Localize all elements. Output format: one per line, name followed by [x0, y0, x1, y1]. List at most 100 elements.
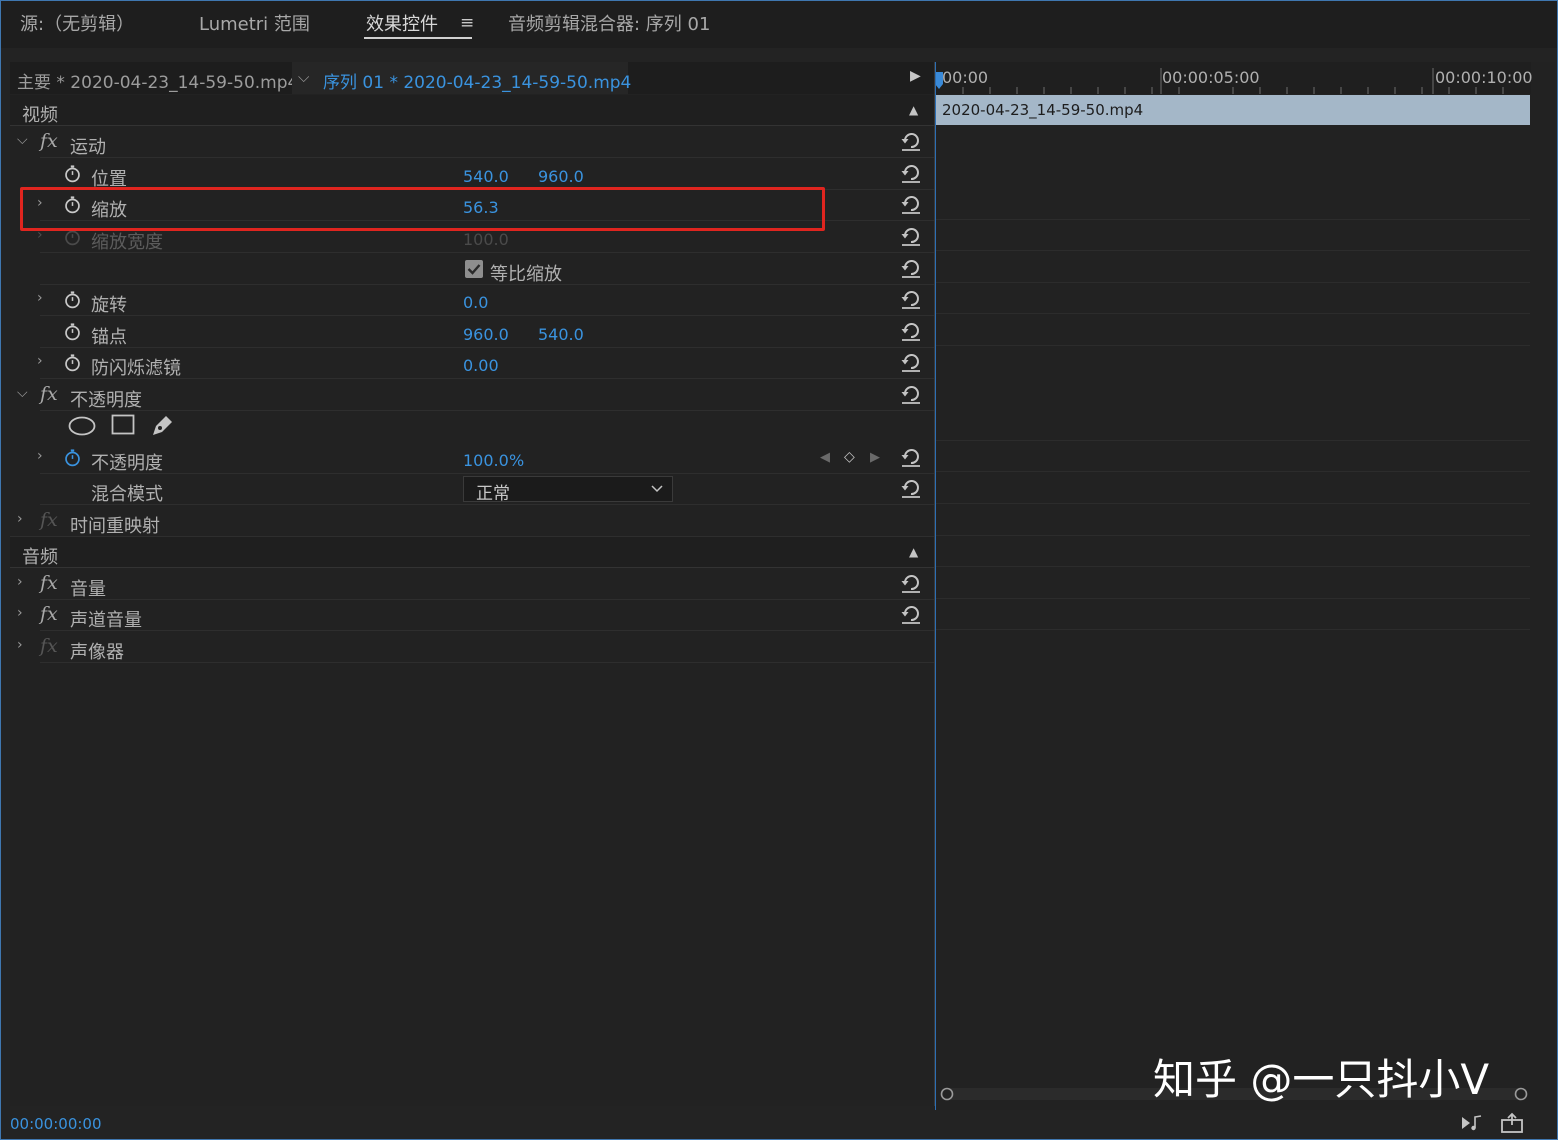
video-section-label: 视频 — [22, 105, 58, 126]
chevron-right-icon[interactable]: › — [17, 511, 23, 527]
anti-flicker-row: › 防闪烁滤镜 0.00 — [10, 348, 934, 379]
tab-source[interactable]: 源:（无剪辑） — [20, 10, 134, 36]
reset-icon[interactable] — [900, 477, 922, 499]
export-frame-icon[interactable] — [1500, 1112, 1524, 1134]
master-clip-tab[interactable]: 主要 * 2020-04-23_14-59-50.mp4 — [17, 68, 298, 93]
fx-icon: fx — [40, 509, 58, 531]
fx-icon[interactable]: fx — [40, 130, 58, 152]
scale-width-label: 缩放宽度 — [91, 232, 163, 253]
stopwatch-icon[interactable] — [63, 353, 82, 372]
chevron-right-icon[interactable]: › — [17, 605, 23, 621]
prev-keyframe-icon[interactable]: ◀ — [820, 450, 830, 465]
scale-width-value: 100.0 — [463, 230, 509, 249]
timeline-clip-bar[interactable]: 2020-04-23_14-59-50.mp4 — [935, 95, 1530, 125]
chevron-down-icon[interactable]: ⌵ — [298, 68, 309, 86]
sequence-clip-tab[interactable]: 序列 01 * 2020-04-23_14-59-50.mp4 — [323, 68, 631, 93]
fx-icon[interactable]: fx — [40, 383, 58, 405]
opacity-value[interactable]: 100.0 — [463, 451, 509, 470]
reset-icon[interactable] — [900, 351, 922, 373]
stopwatch-icon[interactable] — [63, 164, 82, 183]
pen-mask-icon[interactable] — [150, 412, 176, 438]
chevron-right-icon[interactable]: › — [37, 353, 43, 369]
fx-icon[interactable]: fx — [40, 572, 58, 594]
blend-mode-row: 混合模式 正常 — [10, 474, 934, 505]
channel-volume-label: 声道音量 — [70, 610, 142, 631]
ellipse-mask-icon[interactable] — [68, 415, 96, 437]
stopwatch-icon[interactable] — [63, 322, 82, 341]
fx-icon: fx — [40, 635, 58, 657]
playhead-line — [935, 62, 936, 1110]
time-remap-row[interactable]: › fx 时间重映射 — [10, 506, 934, 537]
rectangle-mask-icon[interactable] — [111, 414, 135, 436]
time-ruler[interactable]: 00:00 00:00:05:00 00:00:10:00 — [935, 62, 1533, 94]
blend-mode-dropdown[interactable]: 正常 — [463, 476, 673, 504]
chevron-right-icon[interactable]: › — [17, 574, 23, 590]
chevron-down-icon[interactable]: ⌵ — [17, 385, 28, 401]
reset-icon[interactable] — [900, 383, 922, 405]
reset-icon[interactable] — [900, 288, 922, 310]
chevron-right-icon[interactable]: › — [17, 637, 23, 653]
add-keyframe-icon[interactable]: ◇ — [844, 449, 855, 465]
video-section-header[interactable]: 视频 ▲ — [10, 95, 934, 126]
motion-effect-row[interactable]: ⌵ fx 运动 — [10, 127, 934, 158]
anti-flicker-value[interactable]: 0.00 — [463, 356, 499, 375]
ruler-label-10s: 00:00:10:00 — [1435, 68, 1533, 87]
play-audio-icon[interactable] — [1461, 1113, 1487, 1133]
fx-icon[interactable]: fx — [40, 603, 58, 625]
collapse-up-icon[interactable]: ▲ — [909, 103, 918, 117]
rotation-row: › 旋转 0.0 — [10, 285, 934, 316]
anchor-row: 锚点 960.0 540.0 — [10, 317, 934, 348]
uniform-scale-label: 等比缩放 — [490, 264, 562, 285]
play-triangle-icon[interactable]: ▶ — [910, 68, 921, 84]
chevron-right-icon[interactable]: › — [37, 290, 43, 306]
watermark-text: 知乎 @一只抖小V — [1153, 1055, 1490, 1104]
zoom-handle-left-icon[interactable] — [939, 1086, 955, 1102]
anchor-x-value[interactable]: 960.0 — [463, 325, 509, 344]
stopwatch-icon[interactable] — [63, 290, 82, 309]
position-x-value[interactable]: 540.0 — [463, 167, 509, 186]
active-tab-indicator — [364, 37, 472, 39]
opacity-unit: % — [509, 451, 525, 470]
mask-tools-row — [10, 410, 934, 442]
volume-effect-row[interactable]: › fx 音量 — [10, 569, 934, 600]
opacity-effect-row[interactable]: ⌵ fx 不透明度 — [10, 380, 934, 411]
rotation-value[interactable]: 0.0 — [463, 293, 488, 312]
reset-icon[interactable] — [900, 162, 922, 184]
chevron-right-icon[interactable]: › — [37, 448, 43, 464]
current-timecode[interactable]: 00:00:00:00 — [10, 1115, 102, 1133]
uniform-scale-row: 等比缩放 — [10, 254, 934, 285]
reset-icon[interactable] — [900, 603, 922, 625]
reset-icon[interactable] — [900, 130, 922, 152]
reset-icon[interactable] — [900, 446, 922, 468]
channel-volume-effect-row[interactable]: › fx 声道音量 — [10, 600, 934, 631]
reset-icon[interactable] — [900, 193, 922, 215]
ruler-label-5s: 00:00:05:00 — [1162, 68, 1260, 87]
playhead-icon[interactable] — [935, 72, 943, 90]
anchor-y-value[interactable]: 540.0 — [538, 325, 584, 344]
checkmark-icon — [467, 264, 481, 275]
panel-menu-icon[interactable]: ≡ — [460, 13, 474, 33]
reset-icon[interactable] — [900, 225, 922, 247]
tab-lumetri-scopes[interactable]: Lumetri 范围 — [199, 10, 310, 36]
clip-selector-bar: 主要 * 2020-04-23_14-59-50.mp4 ⌵ 序列 01 * 2… — [10, 62, 934, 94]
stopwatch-icon[interactable] — [63, 448, 82, 467]
tab-effect-controls[interactable]: 效果控件 — [366, 10, 438, 36]
blend-mode-label: 混合模式 — [91, 484, 163, 505]
tab-audio-clip-mixer[interactable]: 音频剪辑混合器: 序列 01 — [508, 10, 710, 36]
reset-icon[interactable] — [900, 257, 922, 279]
collapse-up-icon[interactable]: ▲ — [909, 545, 918, 559]
effect-timeline: 00:00 00:00:05:00 00:00:10:00 2020-04-23… — [935, 62, 1555, 1133]
opacity-effect-label: 不透明度 — [70, 390, 142, 411]
reset-icon[interactable] — [900, 320, 922, 342]
rotation-label: 旋转 — [91, 295, 127, 316]
reset-icon[interactable] — [900, 572, 922, 594]
anti-flicker-label: 防闪烁滤镜 — [91, 358, 181, 379]
next-keyframe-icon[interactable]: ▶ — [870, 450, 880, 465]
zoom-handle-right-icon[interactable] — [1513, 1086, 1529, 1102]
panner-effect-row[interactable]: › fx 声像器 — [10, 632, 934, 663]
uniform-scale-checkbox[interactable] — [465, 260, 483, 278]
audio-section-header[interactable]: 音频 ▲ — [10, 537, 934, 568]
chevron-down-icon[interactable]: ⌵ — [17, 132, 28, 148]
timeline-clip-name: 2020-04-23_14-59-50.mp4 — [942, 101, 1144, 119]
position-y-value[interactable]: 960.0 — [538, 167, 584, 186]
